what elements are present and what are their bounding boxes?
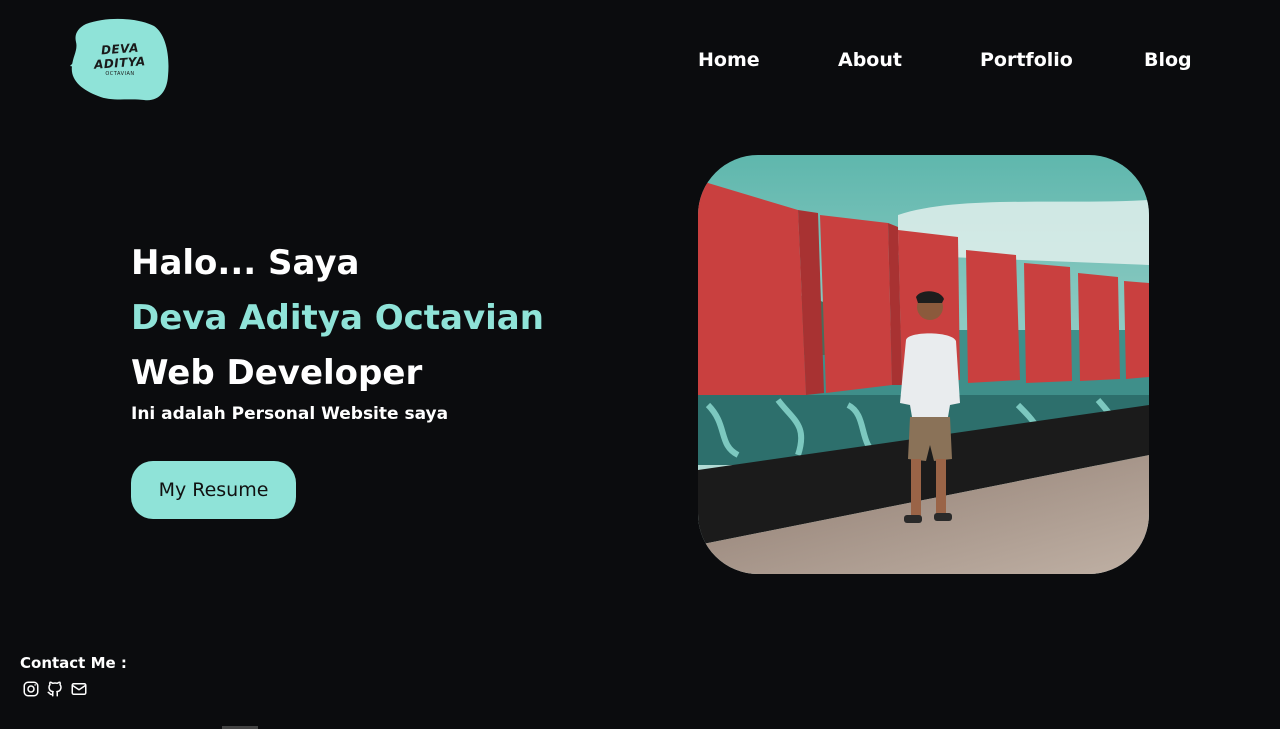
hero-greeting: Halo... Saya	[131, 243, 360, 283]
github-icon[interactable]	[46, 680, 64, 698]
mail-icon[interactable]	[70, 680, 88, 698]
instagram-icon[interactable]	[22, 680, 40, 698]
main-nav: Home About Portfolio Blog	[0, 48, 1280, 74]
contact-section: Contact Me :	[20, 654, 127, 698]
hero-name: Deva Aditya Octavian	[131, 298, 544, 338]
nav-home-link[interactable]: Home	[698, 48, 760, 72]
hero-subtitle: Ini adalah Personal Website saya	[131, 404, 449, 424]
hero-section: Halo... Saya Deva Aditya Octavian Web De…	[131, 236, 651, 425]
nav-about-link[interactable]: About	[838, 48, 902, 72]
nav-blog-link[interactable]: Blog	[1144, 48, 1192, 72]
profile-photo	[698, 155, 1149, 574]
hero-role: Web Developer	[131, 353, 423, 393]
resume-button[interactable]: My Resume	[131, 461, 296, 519]
nav-portfolio-link[interactable]: Portfolio	[980, 48, 1073, 72]
contact-label: Contact Me :	[20, 654, 127, 672]
